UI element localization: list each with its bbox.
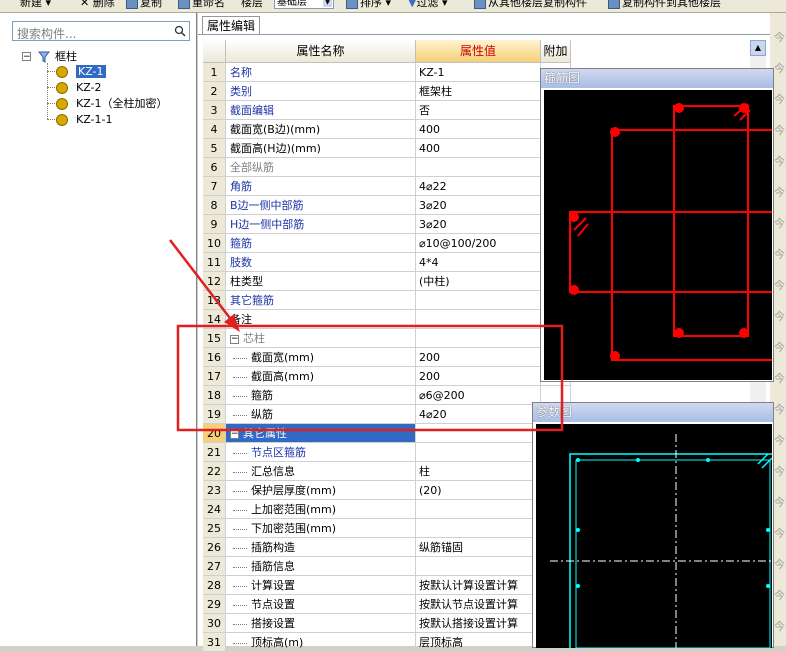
arrow-head-icon bbox=[224, 314, 240, 332]
annotation-overlay bbox=[169, 239, 564, 432]
annotation-arrow bbox=[169, 239, 237, 327]
annotation-highlight-box bbox=[176, 324, 564, 432]
